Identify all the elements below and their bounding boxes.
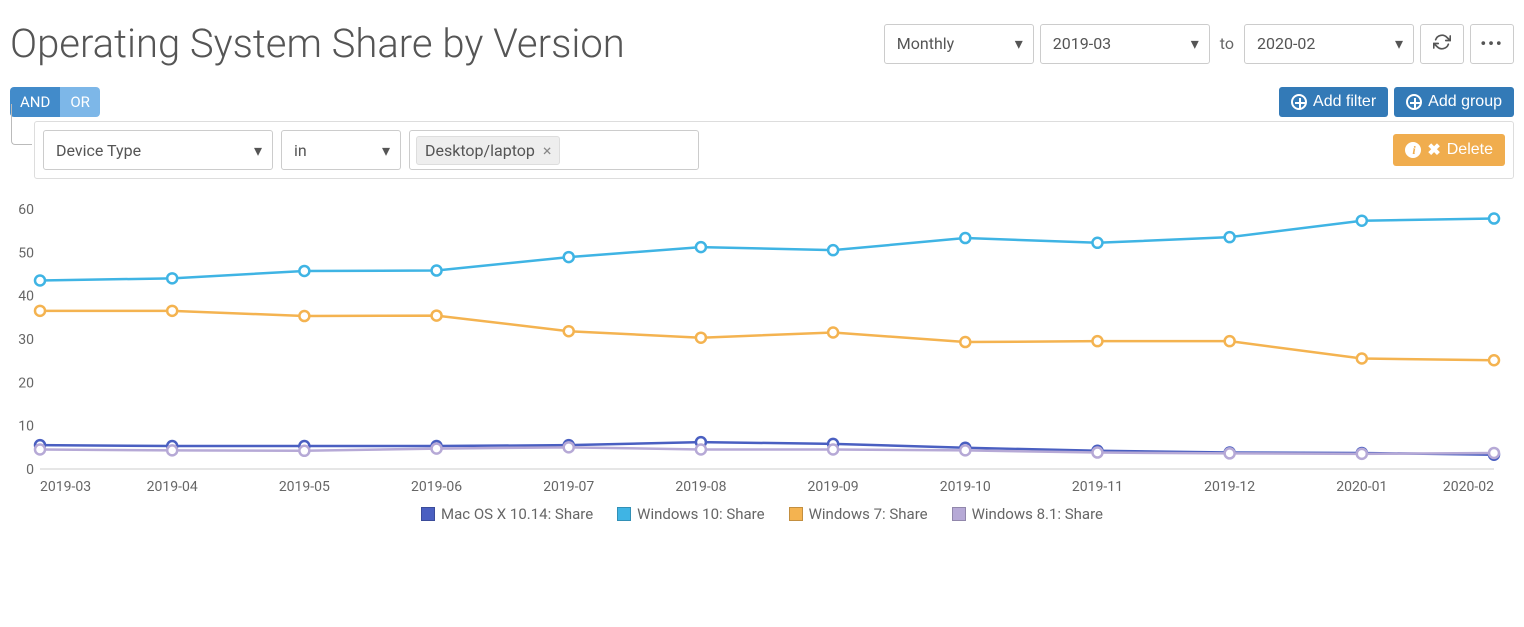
svg-text:2019-06: 2019-06 xyxy=(411,479,462,495)
svg-text:2019-04: 2019-04 xyxy=(147,479,198,495)
svg-text:20: 20 xyxy=(18,375,34,391)
add-filter-label: Add filter xyxy=(1313,93,1376,111)
legend-label: Windows 7: Share xyxy=(809,505,928,523)
svg-text:40: 40 xyxy=(18,289,34,305)
svg-text:60: 60 xyxy=(18,202,34,218)
from-date-select[interactable]: 2019-03 xyxy=(1040,24,1210,64)
svg-text:2019-08: 2019-08 xyxy=(675,479,726,495)
filter-row-left: Device Type in Desktop/laptop × xyxy=(43,130,699,170)
legend-swatch xyxy=(617,507,631,521)
legend-swatch xyxy=(789,507,803,521)
add-filter-button[interactable]: Add filter xyxy=(1279,87,1388,117)
legend-item-win7[interactable]: Windows 7: Share xyxy=(789,505,928,523)
filter-bar: AND OR Add filter Add group xyxy=(10,87,1514,117)
svg-text:2019-07: 2019-07 xyxy=(543,479,594,495)
filter-field-select[interactable]: Device Type xyxy=(43,130,273,170)
filter-row: Device Type in Desktop/laptop × ✖ Delete xyxy=(34,121,1514,179)
plus-icon xyxy=(1406,94,1422,110)
svg-text:50: 50 xyxy=(18,245,34,261)
filter-value-input[interactable]: Desktop/laptop × xyxy=(409,130,699,170)
to-date-select[interactable]: 2020-02 xyxy=(1244,24,1414,64)
refresh-button[interactable] xyxy=(1420,24,1464,64)
delete-label: Delete xyxy=(1447,141,1493,159)
filter-actions: Add filter Add group xyxy=(1279,87,1514,117)
svg-text:2019-09: 2019-09 xyxy=(808,479,859,495)
svg-text:2019-11: 2019-11 xyxy=(1072,479,1123,495)
chart-svg: 0 10 20 30 40 50 60 2019-03 2019-04 2019-05 2019-0… xyxy=(10,199,1514,499)
legend-label: Mac OS X 10.14: Share xyxy=(441,505,593,523)
chart: 0 10 20 30 40 50 60 2019-03 2019-04 2019-05 2019-0… xyxy=(10,199,1514,523)
logic-or[interactable]: OR xyxy=(60,87,100,117)
period-select-value: Monthly xyxy=(897,34,954,53)
period-select[interactable]: Monthly xyxy=(884,24,1034,64)
svg-text:2019-03: 2019-03 xyxy=(40,479,91,495)
add-group-button[interactable]: Add group xyxy=(1394,87,1514,117)
refresh-icon xyxy=(1433,33,1451,55)
legend-swatch xyxy=(952,507,966,521)
page-title: Operating System Share by Version xyxy=(10,20,625,67)
filter-operator-select[interactable]: in xyxy=(281,130,401,170)
filter-tag-label: Desktop/laptop xyxy=(425,141,535,160)
svg-text:2019-12: 2019-12 xyxy=(1204,479,1255,495)
svg-text:10: 10 xyxy=(18,419,34,435)
legend-item-win81[interactable]: Windows 8.1: Share xyxy=(952,505,1103,523)
svg-text:30: 30 xyxy=(18,332,34,348)
info-icon xyxy=(1405,142,1421,158)
legend-label: Windows 8.1: Share xyxy=(972,505,1103,523)
legend-item-win10[interactable]: Windows 10: Share xyxy=(617,505,764,523)
remove-tag-icon[interactable]: × xyxy=(543,141,552,160)
date-controls: Monthly 2019-03 to 2020-02 ••• xyxy=(884,24,1514,64)
to-label: to xyxy=(1216,34,1238,53)
svg-text:0: 0 xyxy=(26,462,34,478)
to-date-value: 2020-02 xyxy=(1257,34,1315,53)
legend-swatch xyxy=(421,507,435,521)
ellipsis-icon: ••• xyxy=(1480,34,1503,53)
svg-text:2020-01: 2020-01 xyxy=(1336,479,1387,495)
more-button[interactable]: ••• xyxy=(1470,24,1514,64)
delete-filter-button[interactable]: ✖ Delete xyxy=(1393,134,1505,166)
header: Operating System Share by Version Monthl… xyxy=(10,10,1514,87)
svg-text:2020-02: 2020-02 xyxy=(1443,479,1494,495)
filter-field-value: Device Type xyxy=(56,141,141,160)
legend: Mac OS X 10.14: Share Windows 10: Share … xyxy=(10,505,1514,523)
from-date-value: 2019-03 xyxy=(1053,34,1111,53)
svg-text:2019-10: 2019-10 xyxy=(940,479,991,495)
plus-icon xyxy=(1291,94,1307,110)
filter-operator-value: in xyxy=(294,141,307,160)
close-icon: ✖ xyxy=(1427,140,1440,160)
filter-tag: Desktop/laptop × xyxy=(416,136,560,165)
legend-item-mac[interactable]: Mac OS X 10.14: Share xyxy=(421,505,593,523)
legend-label: Windows 10: Share xyxy=(637,505,764,523)
add-group-label: Add group xyxy=(1428,93,1502,111)
svg-text:2019-05: 2019-05 xyxy=(279,479,330,495)
